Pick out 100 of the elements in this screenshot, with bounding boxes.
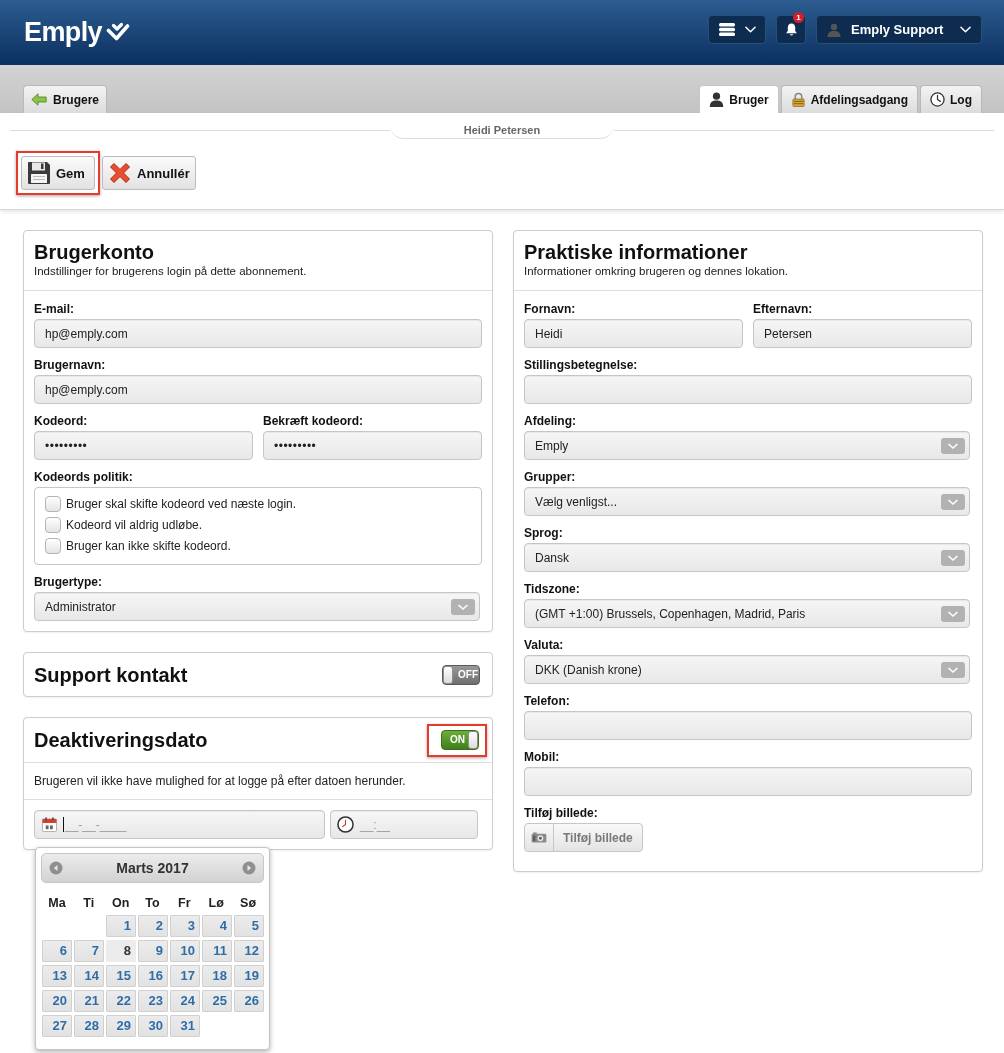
calendar-day[interactable]: 9	[138, 940, 168, 962]
notification-badge: 1	[793, 12, 804, 23]
calendar-day[interactable]: 4	[202, 915, 232, 937]
field-label: Tilføj billede:	[524, 806, 599, 820]
calendar-day[interactable]: 3	[170, 915, 200, 937]
calendar-day[interactable]: 11	[202, 940, 232, 962]
field-label: Tidszone:	[524, 582, 581, 596]
tab[interactable]: Log	[920, 85, 982, 113]
password-field[interactable]: •••••••••	[34, 431, 253, 460]
field-label: Brugertype:	[34, 575, 103, 589]
checkbox[interactable]	[45, 537, 61, 554]
calendar-day[interactable]: 13	[42, 965, 72, 987]
calendar-day[interactable]: 21	[74, 990, 104, 1012]
text-field[interactable]	[524, 375, 972, 404]
dropdown-field[interactable]: DKK (Danish krone)	[524, 655, 970, 684]
calendar-day[interactable]: 1	[106, 915, 136, 937]
calendar-day[interactable]: 25	[202, 990, 232, 1012]
section-subtitle: Indstillinger for brugerens login på dette abonnement.	[34, 264, 308, 278]
logo-text: Emply	[24, 15, 103, 48]
text-field[interactable]: hp@emply.com	[34, 319, 482, 348]
calendar-day[interactable]: 28	[74, 1015, 104, 1037]
padlock-icon	[790, 92, 806, 107]
dropdown-field[interactable]: Emply	[524, 431, 970, 460]
caret-icon	[744, 26, 756, 33]
dropdown-field[interactable]: (GMT +1:00) Brussels, Copenhagen, Madrid, Paris	[524, 599, 970, 628]
calendar-day[interactable]: 31	[170, 1015, 200, 1037]
dropdown-field[interactable]: Administrator	[34, 592, 480, 621]
back-tab[interactable]: Brugere	[23, 85, 107, 113]
notifications-button[interactable]: 1	[776, 15, 806, 44]
dropdown-field[interactable]: Dansk	[524, 543, 970, 572]
previous-month-icon[interactable]	[49, 861, 63, 875]
calendar-day[interactable]: 19	[234, 965, 264, 987]
text-field[interactable]: Heidi	[524, 319, 743, 348]
description-text: Brugeren vil ikke have mulighed for at logge på efter datoen herunder.	[34, 773, 406, 790]
user-icon	[827, 22, 841, 37]
calendar-day[interactable]: 8	[106, 940, 136, 962]
dropdown-field[interactable]: Vælg venligst...	[524, 487, 970, 516]
calendar-day[interactable]: 15	[106, 965, 136, 987]
toggle-switch[interactable]: ON	[441, 729, 479, 750]
section-title: Brugerkonto	[34, 240, 155, 264]
camera-icon	[531, 832, 547, 843]
section-title: Support kontakt	[34, 662, 188, 687]
bell-icon	[784, 22, 798, 37]
calendar-day[interactable]: 10	[170, 940, 200, 962]
checkbox-label: Bruger kan ikke skifte kodeord.	[66, 537, 231, 555]
weekday-label: On	[111, 896, 130, 910]
calendar-day[interactable]: 24	[170, 990, 200, 1012]
calendar-day[interactable]: 22	[106, 990, 136, 1012]
next-month-icon[interactable]	[242, 861, 256, 875]
calendar-day[interactable]: 26	[234, 990, 264, 1012]
calendar-day[interactable]: 29	[106, 1015, 136, 1037]
checkbox[interactable]	[45, 495, 61, 512]
weekday-label: Ma	[48, 896, 66, 910]
calendar-day[interactable]: 17	[170, 965, 200, 987]
calendar-day[interactable]: 12	[234, 940, 264, 962]
calendar-day[interactable]: 23	[138, 990, 168, 1012]
calendar-day[interactable]: 2	[138, 915, 168, 937]
toggle-knob	[468, 730, 478, 749]
arrow-left-icon	[31, 93, 47, 106]
checkbox-label: Bruger skal skifte kodeord ved næste login.	[66, 495, 297, 513]
tab[interactable]: Afdelingsadgang	[780, 85, 918, 113]
time-field[interactable]: __:__	[330, 810, 478, 839]
field-label: Sprog:	[524, 526, 564, 540]
field-label: Efternavn:	[753, 302, 814, 316]
weekday-label: Sø	[240, 896, 257, 910]
calendar-day[interactable]: 7	[74, 940, 104, 962]
calendar-day[interactable]: 30	[138, 1015, 168, 1037]
field-label: Brugernavn:	[34, 358, 107, 372]
calendar-day[interactable]: 5	[234, 915, 264, 937]
calendar-day[interactable]: 18	[202, 965, 232, 987]
section-title: Praktiske informationer	[524, 240, 749, 264]
weekday-label: To	[145, 896, 160, 910]
text-field[interactable]	[524, 711, 972, 740]
text-field[interactable]: Petersen	[753, 319, 972, 348]
calendar-day[interactable]: 6	[42, 940, 72, 962]
field-label: E-mail:	[34, 302, 75, 316]
calendar-day[interactable]: 14	[74, 965, 104, 987]
date-field[interactable]: __-__-____	[34, 810, 325, 839]
section-title: Deaktiveringsdato	[34, 728, 208, 752]
calendar-day[interactable]: 20	[42, 990, 72, 1012]
field-label: Grupper:	[524, 470, 577, 484]
cross-icon	[108, 161, 132, 185]
checkbox[interactable]	[45, 516, 61, 533]
calendar-day[interactable]: 16	[138, 965, 168, 987]
add-image-button[interactable]: Tilføj billede	[524, 823, 643, 852]
calendar-day[interactable]: 27	[42, 1015, 72, 1037]
month-title: Marts 2017	[116, 860, 189, 876]
toggle-switch[interactable]: OFF	[442, 664, 480, 685]
text-field[interactable]: hp@emply.com	[34, 375, 482, 404]
password-field[interactable]: •••••••••	[263, 431, 482, 460]
toggle-knob	[443, 665, 453, 684]
calendar-icon	[42, 817, 57, 832]
action-button[interactable]: Gem	[21, 156, 95, 190]
tab[interactable]: Bruger	[699, 85, 779, 113]
text-field[interactable]	[524, 767, 972, 796]
action-button[interactable]: Annullér	[102, 156, 196, 190]
caret-icon	[960, 26, 971, 33]
field-label: Fornavn:	[524, 302, 577, 316]
user-menu-button[interactable]: Emply Support	[816, 15, 982, 44]
menu-button[interactable]	[708, 15, 766, 44]
